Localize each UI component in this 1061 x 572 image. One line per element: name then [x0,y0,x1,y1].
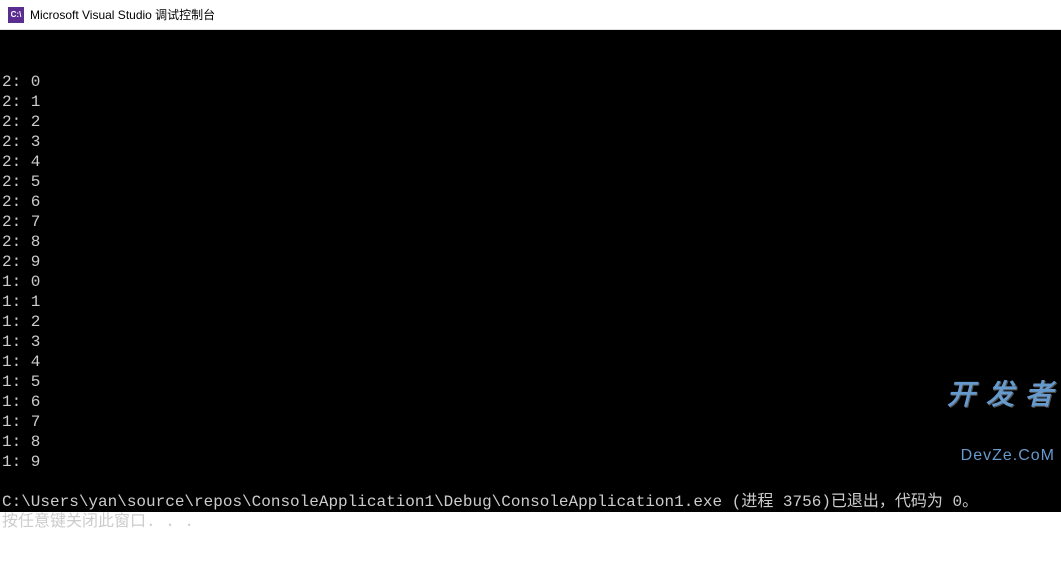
console-line: 2: 3 [2,132,1059,152]
console-line: 2: 5 [2,172,1059,192]
console-line: 2: 9 [2,252,1059,272]
window-title: Microsoft Visual Studio 调试控制台 [30,6,215,23]
console-line: 1: 2 [2,312,1059,332]
console-line [2,472,1059,492]
console-line: 2: 1 [2,92,1059,112]
app-icon-label: C:\ [11,10,22,19]
console-line: 1: 6 [2,392,1059,412]
console-line: 1: 3 [2,332,1059,352]
console-line: 2: 4 [2,152,1059,172]
console-line: 1: 8 [2,432,1059,452]
console-line: 1: 5 [2,372,1059,392]
window-title-bar[interactable]: C:\ Microsoft Visual Studio 调试控制台 [0,0,1061,30]
console-line: 按任意键关闭此窗口. . . [2,512,1059,532]
console-line: 2: 0 [2,72,1059,92]
console-line: 1: 1 [2,292,1059,312]
app-icon: C:\ [8,7,24,23]
console-output[interactable]: 2: 02: 12: 22: 32: 42: 52: 62: 72: 82: 9… [0,30,1061,512]
console-line: 2: 6 [2,192,1059,212]
console-line: 2: 2 [2,112,1059,132]
console-lines-container: 2: 02: 12: 22: 32: 42: 52: 62: 72: 82: 9… [2,72,1059,532]
console-line: 1: 9 [2,452,1059,472]
console-line: 1: 0 [2,272,1059,292]
console-line: 2: 7 [2,212,1059,232]
console-line: C:\Users\yan\source\repos\ConsoleApplica… [2,492,1059,512]
console-line: 1: 7 [2,412,1059,432]
console-line: 1: 4 [2,352,1059,372]
console-line: 2: 8 [2,232,1059,252]
